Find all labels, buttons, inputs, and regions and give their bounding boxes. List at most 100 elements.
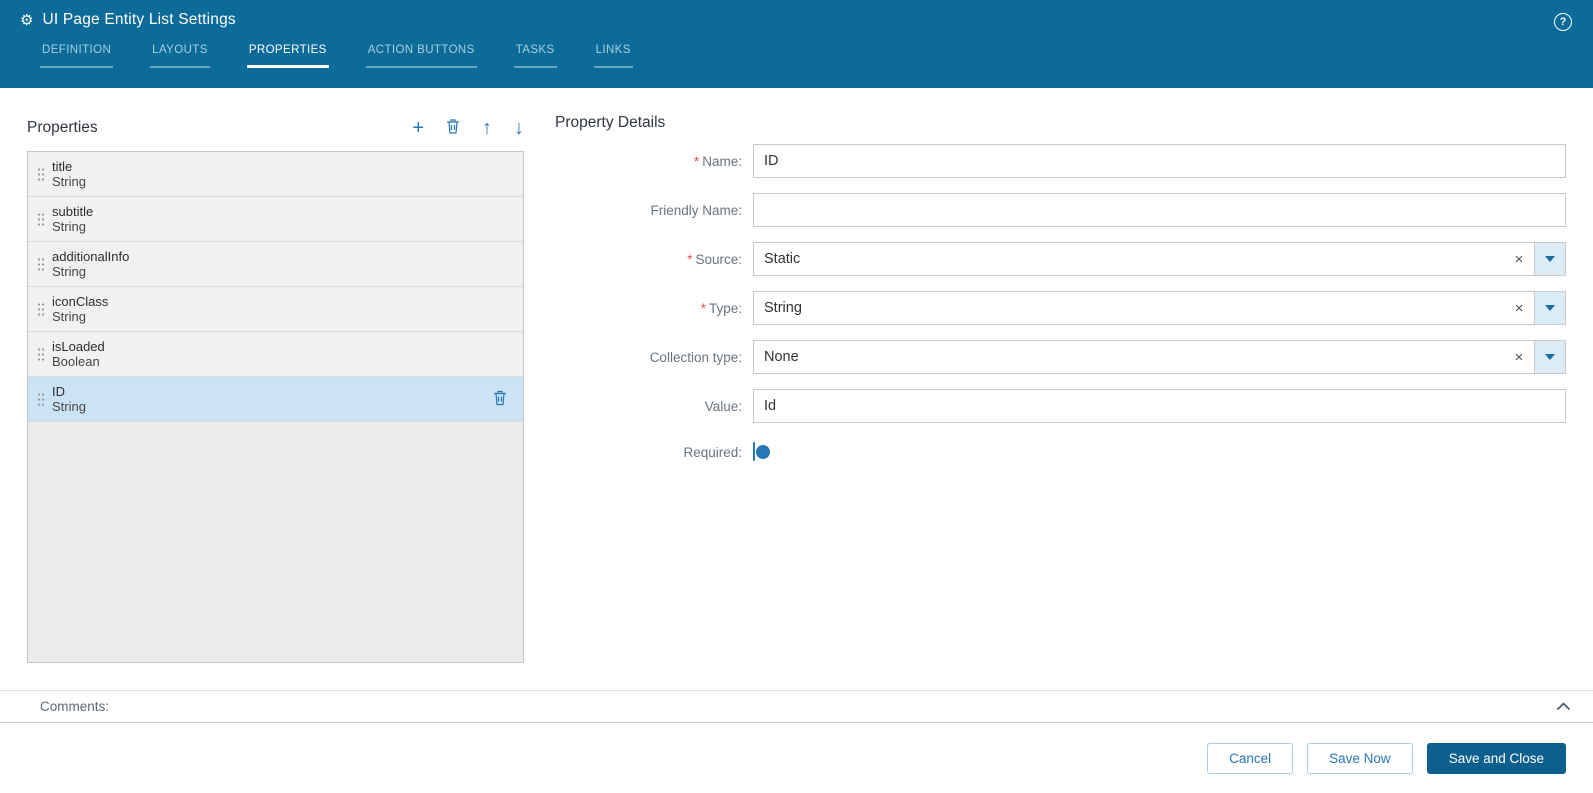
property-details-title: Property Details xyxy=(555,114,666,131)
required-label: Required: xyxy=(683,444,742,460)
drag-handle-icon[interactable] xyxy=(37,166,44,182)
property-list-item-title[interactable]: title String xyxy=(28,152,523,197)
value-label: Value: xyxy=(704,398,742,414)
value-input[interactable] xyxy=(753,389,1566,423)
chevron-down-icon xyxy=(1545,256,1555,262)
property-list-item-text: isLoaded Boolean xyxy=(52,339,105,370)
trash-icon xyxy=(493,390,507,409)
collection-type-dropdown-button[interactable] xyxy=(1534,341,1565,373)
collection-type-selected-value: None xyxy=(764,349,799,365)
type-select[interactable]: String × xyxy=(753,291,1566,325)
drag-handle-icon[interactable] xyxy=(37,391,44,407)
value-field-row: Value: xyxy=(555,389,1566,423)
property-list-item-isloaded[interactable]: isLoaded Boolean xyxy=(28,332,523,377)
clear-icon: × xyxy=(1514,250,1524,268)
collection-type-clear-button[interactable]: × xyxy=(1504,341,1534,373)
property-details-form: *Name: Friendly Name: *Source: Static × xyxy=(555,144,1566,461)
comments-collapse-button[interactable] xyxy=(1556,699,1571,714)
drag-handle-icon[interactable] xyxy=(37,256,44,272)
source-clear-button[interactable]: × xyxy=(1504,243,1534,275)
trash-icon xyxy=(446,118,460,138)
property-name: ID xyxy=(52,383,65,399)
friendly-name-input[interactable] xyxy=(753,193,1566,227)
plus-icon: + xyxy=(412,117,424,139)
clear-icon: × xyxy=(1514,348,1524,366)
comments-label: Comments: xyxy=(40,699,110,714)
move-up-button[interactable]: ↑ xyxy=(482,118,492,138)
property-name: additionalInfo xyxy=(52,248,130,264)
add-property-button[interactable]: + xyxy=(412,118,424,138)
tab-layouts[interactable]: LAYOUTS xyxy=(150,44,210,68)
gear-icon: ⚙ xyxy=(20,11,34,29)
main-content: Properties + ↑ ↓ title String subtitle S… xyxy=(0,88,1593,690)
property-list-item-text: iconClass String xyxy=(52,294,108,325)
type-label: * Type: xyxy=(700,300,742,316)
property-type: Boolean xyxy=(52,354,100,369)
tab-links[interactable]: LINKS xyxy=(593,44,633,68)
chevron-up-icon xyxy=(1556,699,1571,714)
required-marker: * xyxy=(687,251,693,267)
move-down-button[interactable]: ↓ xyxy=(514,118,524,138)
bottom-bar: Comments: Cancel Save Now Save and Close xyxy=(0,690,1593,793)
collection-type-label: Collection type: xyxy=(649,349,742,365)
drag-handle-icon[interactable] xyxy=(37,211,44,227)
properties-toolbar: + ↑ ↓ xyxy=(412,118,524,138)
property-list-item-additionalinfo[interactable]: additionalInfo String xyxy=(28,242,523,287)
property-list-item-iconclass[interactable]: iconClass String xyxy=(28,287,523,332)
property-list-item-text: subtitle String xyxy=(52,204,93,235)
cancel-button[interactable]: Cancel xyxy=(1207,742,1294,774)
tab-bar: DEFINITION LAYOUTS PROPERTIES ACTION BUT… xyxy=(40,44,1593,68)
friendly-name-label: Friendly Name: xyxy=(650,202,742,218)
drag-handle-icon[interactable] xyxy=(37,301,44,317)
required-field-row: Required: xyxy=(555,442,1566,461)
property-type: String xyxy=(52,309,86,324)
property-list-item-text: additionalInfo String xyxy=(52,249,129,280)
property-type: String xyxy=(52,174,86,189)
type-selected-value: String xyxy=(764,300,802,316)
help-button[interactable]: ? xyxy=(1554,13,1572,31)
property-name: iconClass xyxy=(52,293,109,309)
source-select[interactable]: Static × xyxy=(753,242,1566,276)
title-row: ⚙ UI Page Entity List Settings xyxy=(0,0,1593,29)
tab-action-buttons[interactable]: ACTION BUTTONS xyxy=(365,44,477,68)
delete-property-button[interactable] xyxy=(446,118,460,138)
tab-properties[interactable]: PROPERTIES xyxy=(246,44,329,68)
friendly-name-field-row: Friendly Name: xyxy=(555,193,1566,227)
properties-panel-title: Properties xyxy=(27,119,98,136)
type-clear-button[interactable]: × xyxy=(1504,292,1534,324)
collection-type-select[interactable]: None × xyxy=(753,340,1566,374)
required-toggle[interactable] xyxy=(753,442,770,461)
header: ⚙ UI Page Entity List Settings ? DEFINIT… xyxy=(0,0,1593,88)
chevron-down-icon xyxy=(1545,354,1555,360)
chevron-down-icon xyxy=(1545,305,1555,311)
footer-actions: Cancel Save Now Save and Close xyxy=(0,723,1593,793)
properties-panel: Properties + ↑ ↓ title String subtitle S… xyxy=(27,114,524,690)
help-icon: ? xyxy=(1559,16,1567,28)
property-name: subtitle xyxy=(52,203,94,219)
property-type: String xyxy=(52,219,86,234)
tab-definition[interactable]: DEFINITION xyxy=(40,44,114,68)
property-details-panel: Property Details *Name: Friendly Name: *… xyxy=(555,114,1566,690)
tab-tasks[interactable]: TASKS xyxy=(513,44,557,68)
property-list-item-text: title String xyxy=(52,159,86,190)
source-label: * Source: xyxy=(687,251,742,267)
drag-handle-icon[interactable] xyxy=(37,346,44,362)
property-list-item-subtitle[interactable]: subtitle String xyxy=(28,197,523,242)
delete-selected-property-button[interactable] xyxy=(493,390,507,409)
page-title: UI Page Entity List Settings xyxy=(42,11,236,28)
clear-icon: × xyxy=(1514,299,1524,317)
toggle-knob-icon xyxy=(756,445,770,459)
name-field-row: * Name: xyxy=(555,144,1566,178)
source-dropdown-button[interactable] xyxy=(1534,243,1565,275)
property-list-item-text: ID String xyxy=(52,384,86,415)
save-now-button[interactable]: Save Now xyxy=(1307,742,1413,774)
property-type: String xyxy=(52,264,86,279)
properties-panel-header: Properties + ↑ ↓ xyxy=(27,114,524,142)
type-dropdown-button[interactable] xyxy=(1534,292,1565,324)
name-input[interactable] xyxy=(753,144,1566,178)
property-name: isLoaded xyxy=(52,338,105,354)
property-list-item-id-selected[interactable]: ID String xyxy=(28,377,523,422)
property-list: title String subtitle String additionalI… xyxy=(27,151,524,663)
save-and-close-button[interactable]: Save and Close xyxy=(1426,742,1566,774)
type-field-row: * Type: String × xyxy=(555,291,1566,325)
